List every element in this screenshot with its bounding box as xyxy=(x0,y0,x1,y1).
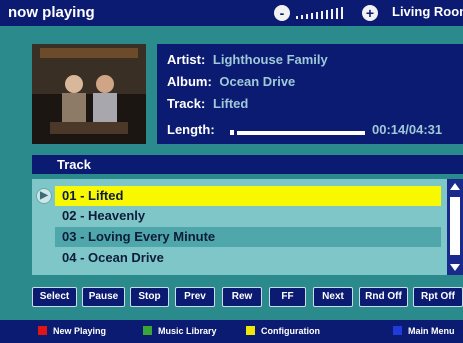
ff-button[interactable]: FF xyxy=(269,287,306,307)
legend-now-playing[interactable]: New Playing xyxy=(38,326,106,336)
track-time: 00:14/04:31 xyxy=(372,122,443,137)
legend-label: Music Library xyxy=(158,326,217,336)
track-section-label: Track xyxy=(57,157,91,172)
track-value: Lifted xyxy=(212,96,249,111)
track-list-scrollbar[interactable] xyxy=(447,179,463,275)
scroll-thumb[interactable] xyxy=(450,197,460,255)
track-section-header: Track xyxy=(32,155,463,174)
legend-configuration[interactable]: Configuration xyxy=(246,326,320,336)
artist-row: Artist: Lighthouse Family xyxy=(167,52,328,67)
select-button[interactable]: Select xyxy=(32,287,77,307)
scroll-down-icon[interactable] xyxy=(450,264,460,271)
green-key-icon xyxy=(143,326,152,335)
length-label: Length: xyxy=(167,122,215,137)
track-item-label: 02 - Heavenly xyxy=(62,208,146,223)
legend-label: Main Menu xyxy=(408,326,455,336)
scroll-up-icon[interactable] xyxy=(450,183,460,190)
album-label: Album: xyxy=(167,74,212,89)
now-playing-info: Artist: Lighthouse Family Album: Ocean D… xyxy=(157,44,463,144)
random-toggle-button[interactable]: Rnd Off xyxy=(359,287,408,307)
page-title: now playing xyxy=(8,4,95,21)
track-item-1[interactable]: 01 - Lifted xyxy=(55,186,441,206)
artist-value: Lighthouse Family xyxy=(212,52,328,67)
blue-key-icon xyxy=(393,326,402,335)
track-item-2[interactable]: 02 - Heavenly xyxy=(55,206,441,226)
legend-main-menu[interactable]: Main Menu xyxy=(393,326,455,336)
track-item-label: 04 - Ocean Drive xyxy=(62,250,164,265)
volume-control: - + xyxy=(274,5,386,22)
top-bar: now playing - + Living Room xyxy=(0,0,463,26)
volume-up-button[interactable]: + xyxy=(362,5,378,21)
playhead xyxy=(230,130,234,135)
legend-label: Configuration xyxy=(261,326,320,336)
repeat-toggle-button[interactable]: Rpt Off xyxy=(413,287,463,307)
pause-button[interactable]: Pause xyxy=(82,287,125,307)
progress-bar xyxy=(237,131,365,135)
track-row: Track: Lifted xyxy=(167,96,248,111)
volume-level-icon xyxy=(296,5,356,21)
stop-button[interactable]: Stop xyxy=(130,287,169,307)
track-item-4[interactable]: 04 - Ocean Drive xyxy=(55,248,441,268)
track-item-3[interactable]: 03 - Loving Every Minute xyxy=(55,227,441,247)
legend-music-library[interactable]: Music Library xyxy=(143,326,217,336)
yellow-key-icon xyxy=(246,326,255,335)
legend-label: New Playing xyxy=(53,326,107,336)
album-value: Ocean Drive xyxy=(219,74,296,89)
artist-label: Artist: xyxy=(167,52,206,67)
track-info-label: Track: xyxy=(167,96,206,111)
volume-down-button[interactable]: - xyxy=(274,5,290,21)
now-playing-icon: ▶ xyxy=(36,188,52,204)
track-item-label: 01 - Lifted xyxy=(62,188,124,203)
track-list: ▶ 01 - Lifted 02 - Heavenly 03 - Loving … xyxy=(32,179,463,275)
color-key-bar: New Playing Music Library Configuration … xyxy=(0,320,463,343)
prev-button[interactable]: Prev xyxy=(175,287,215,307)
next-button[interactable]: Next xyxy=(313,287,353,307)
room-name: Living Room xyxy=(392,4,463,19)
album-row: Album: Ocean Drive xyxy=(167,74,295,89)
album-art xyxy=(32,44,146,144)
rew-button[interactable]: Rew xyxy=(222,287,262,307)
track-item-label: 03 - Loving Every Minute xyxy=(62,229,216,244)
length-row: Length: xyxy=(167,122,215,137)
red-key-icon xyxy=(38,326,47,335)
